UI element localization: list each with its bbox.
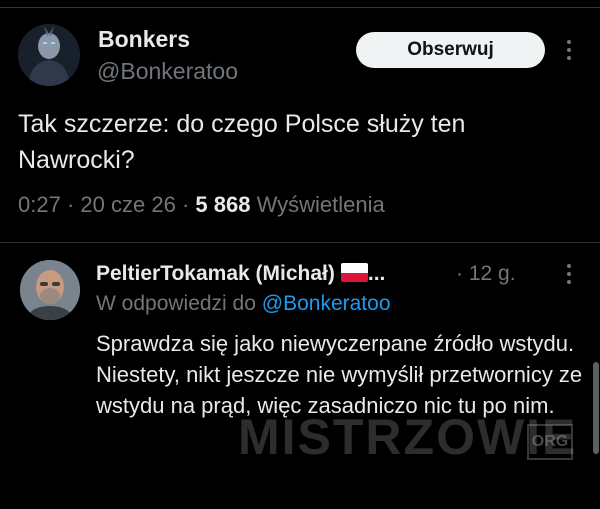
reply-to-mention[interactable]: @Bonkeratoo: [262, 292, 391, 315]
meta-separator: ·: [181, 192, 190, 217]
reply-avatar[interactable]: [20, 260, 80, 320]
author-handle[interactable]: @Bonkeratoo: [97, 58, 238, 85]
reply-text-line: Sprawdza się jako niewyczerpane źródło w…: [96, 331, 575, 356]
post-text: Tak szczerze: do czego Polsce służy ten …: [18, 110, 466, 174]
main-post: Bonkers @Bonkeratoo Obserwuj Tak szczerz…: [0, 8, 600, 243]
tweet-page: Bonkers @Bonkeratoo Obserwuj Tak szczerz…: [0, 0, 600, 509]
reply-more-options-icon[interactable]: [563, 264, 575, 288]
author-name[interactable]: Bonkers: [98, 26, 190, 53]
post-date[interactable]: 20 cze 26: [80, 192, 175, 217]
reply-to-label: W odpowiedzi do: [96, 292, 256, 315]
more-options-icon[interactable]: [563, 40, 575, 64]
meta-separator: ·: [66, 192, 75, 217]
watermark-badge: ORG: [527, 424, 573, 460]
reply-author-name[interactable]: PeltierTokamak (Michał)...: [96, 262, 385, 286]
post-time[interactable]: 0:27: [18, 192, 61, 217]
follow-button[interactable]: Obserwuj: [356, 32, 545, 68]
poland-flag-icon: [340, 263, 368, 282]
scrollbar[interactable]: [593, 362, 599, 454]
reply-post[interactable]: PeltierTokamak (Michał)... · 12 g. W odp…: [0, 244, 600, 509]
post-meta: 0:27 · 20 cze 26 · 5 868 Wyświetlenia: [18, 192, 385, 218]
name-truncation: ...: [367, 262, 386, 285]
reply-age[interactable]: · 12 g.: [456, 262, 516, 286]
avatar[interactable]: [18, 24, 80, 86]
reply-author-label: PeltierTokamak (Michał): [96, 262, 335, 285]
views-count: 5 868: [195, 192, 251, 217]
views-label: Wyświetlenia: [256, 192, 385, 217]
reply-to-line: W odpowiedzi do @Bonkeratoo: [96, 292, 391, 316]
top-divider: [0, 0, 600, 8]
